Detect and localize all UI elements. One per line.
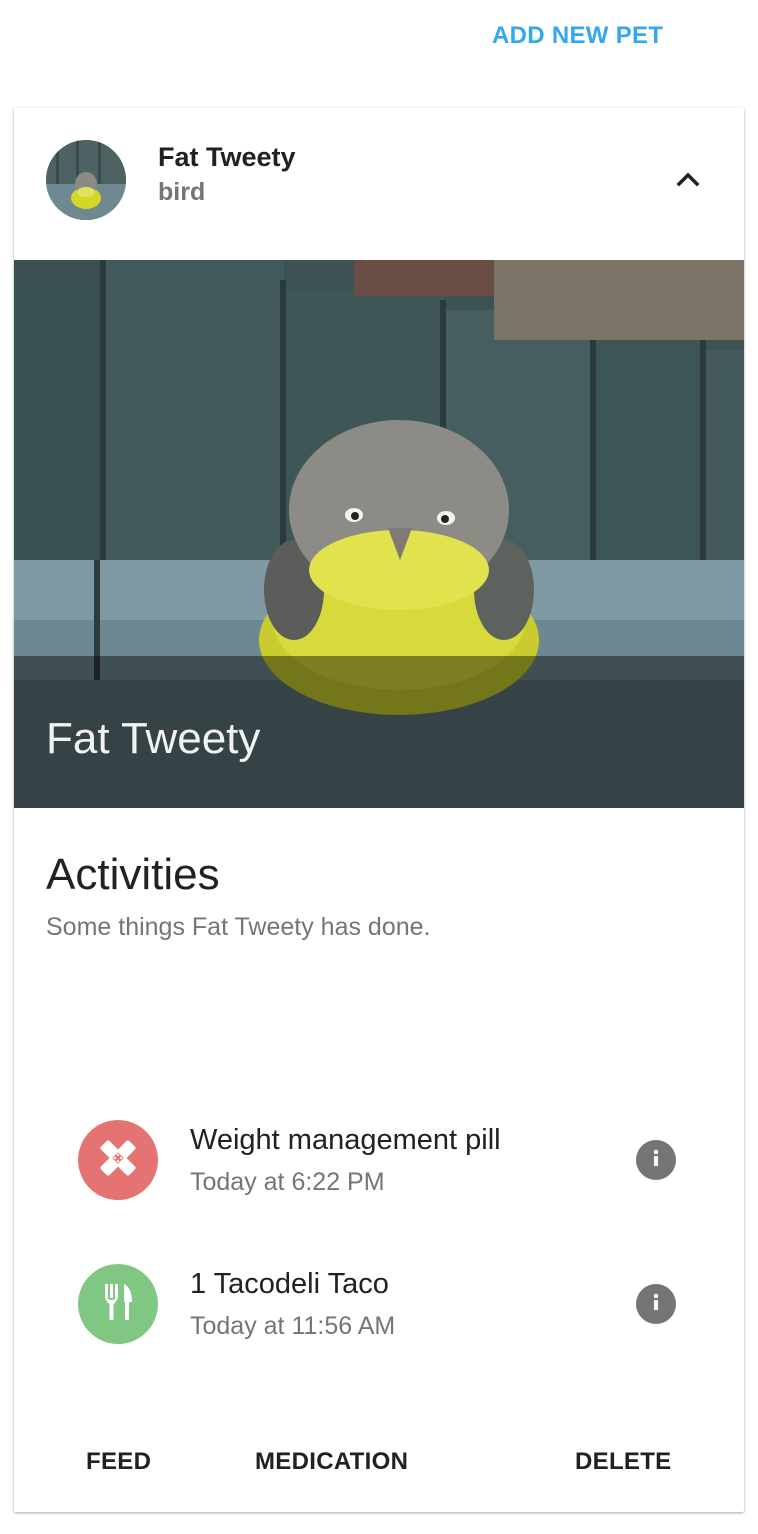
info-icon bbox=[646, 1148, 666, 1173]
chevron-up-icon bbox=[674, 166, 702, 199]
pet-card: Fat Tweety bird Fat Tweety Activities So… bbox=[14, 108, 744, 1512]
activity-item: Weight management pill Today at 6:22 PM bbox=[78, 1120, 678, 1200]
medication-badge bbox=[78, 1120, 158, 1200]
collapse-button[interactable] bbox=[664, 158, 712, 206]
bandage-icon bbox=[96, 1136, 140, 1185]
info-button[interactable] bbox=[636, 1140, 676, 1180]
info-button[interactable] bbox=[636, 1284, 676, 1324]
activity-title: 1 Tacodeli Taco bbox=[190, 1268, 389, 1300]
food-badge bbox=[78, 1264, 158, 1344]
activities-subtitle: Some things Fat Tweety has done. bbox=[46, 913, 431, 941]
activity-item: 1 Tacodeli Taco Today at 11:56 AM bbox=[78, 1264, 678, 1344]
activities-title: Activities bbox=[46, 850, 220, 899]
pet-type: bird bbox=[158, 178, 206, 206]
info-icon bbox=[646, 1292, 666, 1317]
feed-button[interactable]: FEED bbox=[78, 1440, 159, 1484]
delete-button[interactable]: DELETE bbox=[567, 1440, 679, 1484]
activity-time: Today at 11:56 AM bbox=[190, 1312, 396, 1340]
pet-card-header[interactable]: Fat Tweety bird bbox=[14, 108, 744, 260]
activity-title: Weight management pill bbox=[190, 1124, 501, 1156]
card-actions: FEED MEDICATION DELETE bbox=[14, 1424, 744, 1500]
pet-avatar bbox=[46, 140, 126, 220]
medication-button[interactable]: MEDICATION bbox=[247, 1440, 416, 1484]
pet-photo: Fat Tweety bbox=[14, 260, 744, 808]
photo-caption-title: Fat Tweety bbox=[46, 714, 261, 763]
utensils-icon bbox=[96, 1280, 140, 1329]
top-bar: ADD NEW PET bbox=[0, 0, 758, 72]
pet-name: Fat Tweety bbox=[158, 142, 296, 172]
add-new-pet-button[interactable]: ADD NEW PET bbox=[478, 14, 677, 58]
activity-time: Today at 6:22 PM bbox=[190, 1168, 385, 1196]
